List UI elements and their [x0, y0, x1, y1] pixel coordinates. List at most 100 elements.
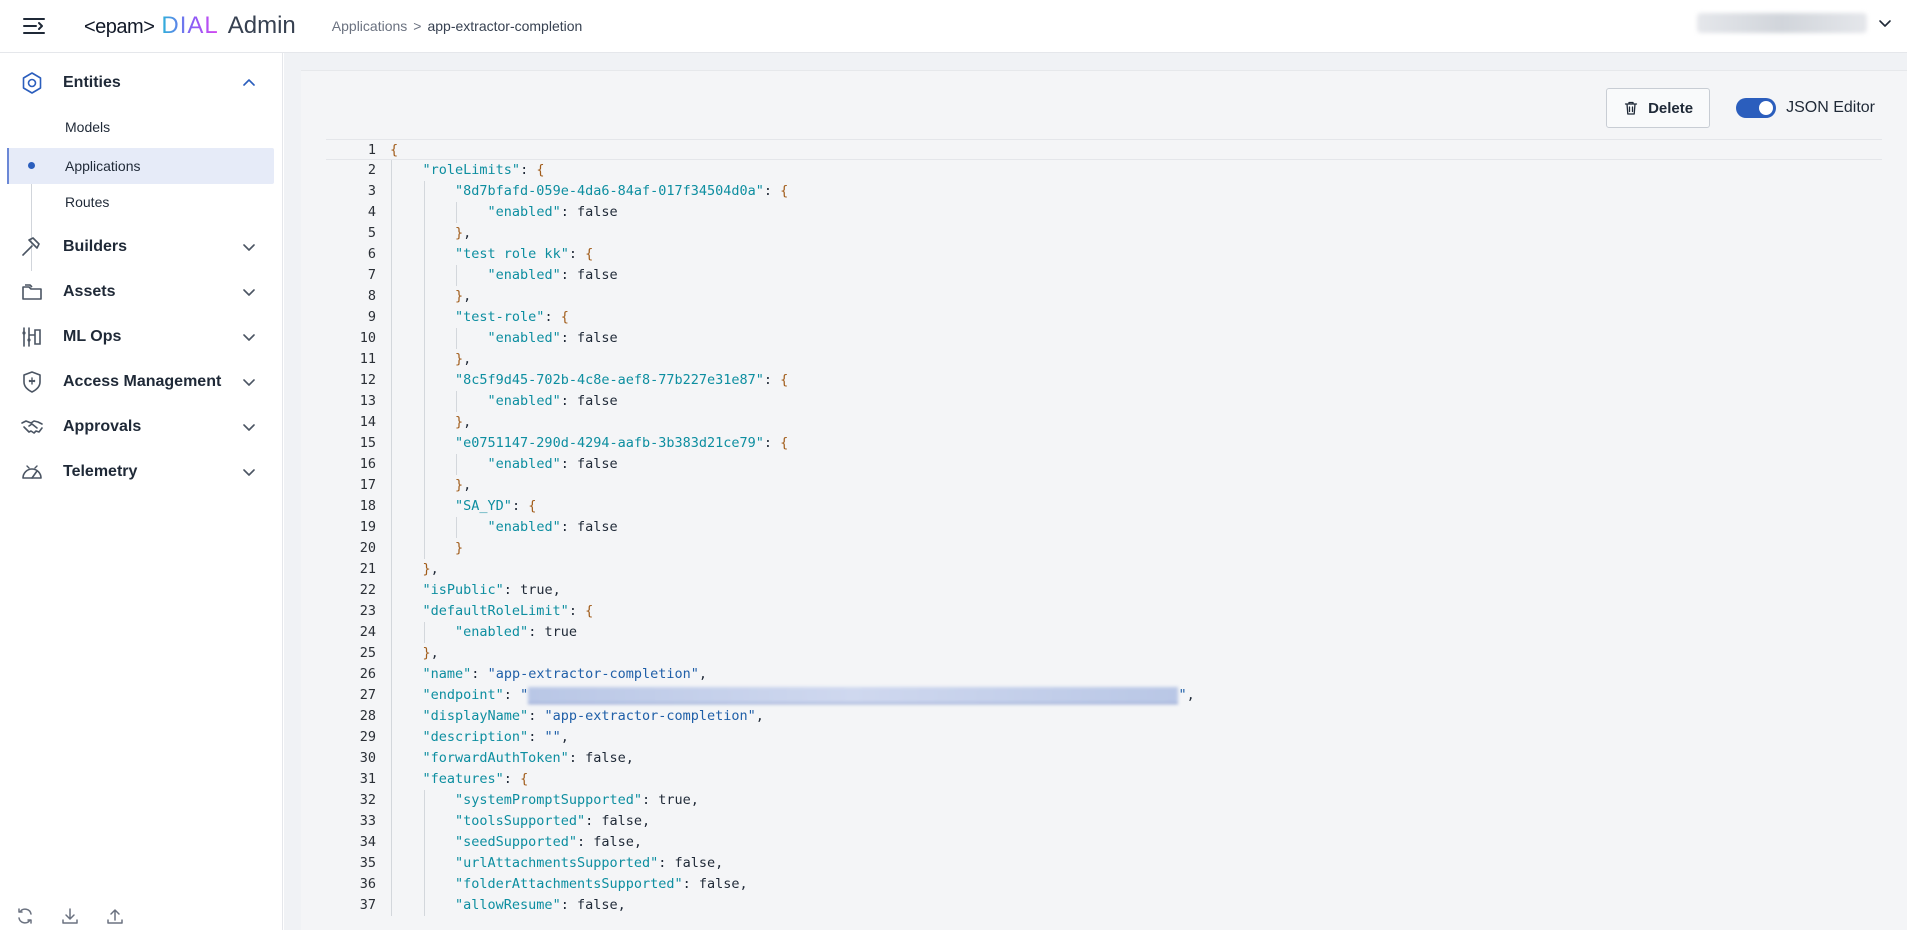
indent-guide	[456, 517, 458, 538]
code-line[interactable]: 9 "test-role": {	[326, 307, 1882, 328]
breadcrumb: Applications > app-extractor-completion	[332, 18, 583, 34]
sidebar-group-label: Entities	[63, 74, 121, 91]
code-line[interactable]: 18 "SA_YD": {	[326, 496, 1882, 517]
code-line[interactable]: 3 "8d7bfafd-059e-4da6-84af-017f34504d0a"…	[326, 181, 1882, 202]
line-number: 26	[359, 666, 376, 682]
code-line[interactable]: 33 "toolsSupported": false,	[326, 811, 1882, 832]
chevron-down-icon	[243, 289, 255, 296]
line-number: 34	[359, 834, 376, 850]
sidebar-item-label: Applications	[65, 158, 141, 174]
delete-button[interactable]: Delete	[1606, 88, 1711, 128]
indent-guide	[456, 265, 458, 286]
code-line[interactable]: 17 },	[326, 475, 1882, 496]
code-line[interactable]: 1{	[326, 139, 1882, 160]
code-text: }	[455, 540, 464, 556]
code-line[interactable]: 23 "defaultRoleLimit": {	[326, 601, 1882, 622]
line-number: 27	[359, 687, 376, 703]
sidebar-group-entities[interactable]: Entities	[0, 61, 283, 105]
code-line[interactable]: 32 "systemPromptSupported": true,	[326, 790, 1882, 811]
code-line[interactable]: 30 "forwardAuthToken": false,	[326, 748, 1882, 769]
sidebar-item-routes[interactable]: Routes	[7, 184, 274, 220]
sidebar-item-models[interactable]: Models	[7, 109, 274, 145]
code-text: },	[422, 645, 439, 661]
app-logo[interactable]: <epam> DIAL Admin	[84, 12, 296, 40]
sidebar-group-ml-ops[interactable]: ML Ops	[0, 315, 283, 359]
line-number: 23	[359, 603, 376, 619]
line-number: 22	[359, 582, 376, 598]
code-line[interactable]: 2 "roleLimits": {	[326, 160, 1882, 181]
code-line[interactable]: 29 "description": "",	[326, 727, 1882, 748]
code-text: "isPublic": true,	[422, 582, 561, 598]
sidebar-group-approvals[interactable]: Approvals	[0, 405, 283, 449]
code-text: },	[455, 288, 472, 304]
code-line[interactable]: 12 "8c5f9d45-702b-4c8e-aef8-77b227e31e87…	[326, 370, 1882, 391]
code-line[interactable]: 31 "features": {	[326, 769, 1882, 790]
code-text: "forwardAuthToken": false,	[422, 750, 634, 766]
menu-toggle-icon[interactable]	[18, 10, 50, 42]
code-line[interactable]: 27 "endpoint": "████████████████████████…	[326, 685, 1882, 706]
chevron-down-icon	[243, 244, 255, 251]
line-number: 3	[367, 183, 376, 199]
breadcrumb-parent[interactable]: Applications	[332, 18, 408, 34]
breadcrumb-current: app-extractor-completion	[427, 18, 583, 34]
chevron-up-icon	[243, 79, 255, 86]
line-number: 20	[359, 540, 376, 556]
sidebar-group-assets[interactable]: Assets	[0, 270, 283, 314]
code-line[interactable]: 6 "test role kk": {	[326, 244, 1882, 265]
code-text: },	[455, 225, 472, 241]
code-text: {	[390, 142, 399, 158]
code-line[interactable]: 36 "folderAttachmentsSupported": false,	[326, 874, 1882, 895]
code-line[interactable]: 19 "enabled": false	[326, 517, 1882, 538]
upload-icon[interactable]	[105, 906, 125, 926]
code-line[interactable]: 7 "enabled": false	[326, 265, 1882, 286]
gauge-icon	[22, 465, 42, 479]
sidebar-group-access-management[interactable]: Access Management	[0, 360, 283, 404]
download-icon[interactable]	[60, 906, 80, 926]
code-text: "test-role": {	[455, 309, 569, 325]
sidebar: Entities Models Applications Routes Buil…	[0, 53, 283, 930]
line-number: 15	[359, 435, 376, 451]
code-line[interactable]: 34 "seedSupported": false,	[326, 832, 1882, 853]
sidebar-group-builders[interactable]: Builders	[0, 225, 283, 269]
code-text: "roleLimits": {	[422, 162, 545, 178]
code-line[interactable]: 16 "enabled": false	[326, 454, 1882, 475]
code-line[interactable]: 15 "e0751147-290d-4294-aafb-3b383d21ce79…	[326, 433, 1882, 454]
line-number: 32	[359, 792, 376, 808]
code-text: },	[455, 477, 472, 493]
sidebar-group-telemetry[interactable]: Telemetry	[0, 450, 283, 494]
code-line[interactable]: 5 },	[326, 223, 1882, 244]
indent-guide	[423, 790, 425, 916]
code-line[interactable]: 35 "urlAttachmentsSupported": false,	[326, 853, 1882, 874]
code-line[interactable]: 28 "displayName": "app-extractor-complet…	[326, 706, 1882, 727]
line-number: 1	[367, 142, 376, 158]
indent-guide	[456, 328, 458, 349]
code-line[interactable]: 26 "name": "app-extractor-completion",	[326, 664, 1882, 685]
line-number: 10	[359, 330, 376, 346]
chevron-down-icon	[243, 379, 255, 386]
chevron-down-icon	[243, 334, 255, 341]
indent-guide	[423, 622, 425, 643]
code-line[interactable]: 11 },	[326, 349, 1882, 370]
code-line[interactable]: 13 "enabled": false	[326, 391, 1882, 412]
code-text: "folderAttachmentsSupported": false,	[455, 876, 748, 892]
code-line[interactable]: 20 }	[326, 538, 1882, 559]
code-line[interactable]: 10 "enabled": false	[326, 328, 1882, 349]
code-line[interactable]: 8 },	[326, 286, 1882, 307]
sidebar-item-applications[interactable]: Applications	[7, 148, 274, 184]
ml-ops-icon	[22, 327, 41, 347]
sidebar-group-label: Access Management	[63, 373, 222, 390]
json-code-editor[interactable]: 1{2 "roleLimits": {3 "8d7bfafd-059e-4da6…	[326, 139, 1882, 931]
code-line[interactable]: 25 },	[326, 643, 1882, 664]
user-menu[interactable]	[1697, 13, 1893, 33]
code-line[interactable]: 14 },	[326, 412, 1882, 433]
code-line[interactable]: 4 "enabled": false	[326, 202, 1882, 223]
json-editor-toggle[interactable]	[1736, 98, 1777, 118]
code-line[interactable]: 24 "enabled": true	[326, 622, 1882, 643]
code-line[interactable]: 37 "allowResume": false,	[326, 895, 1882, 916]
code-line[interactable]: 21 },	[326, 559, 1882, 580]
line-number: 35	[359, 855, 376, 871]
line-number: 28	[359, 708, 376, 724]
code-line[interactable]: 22 "isPublic": true,	[326, 580, 1882, 601]
refresh-icon[interactable]	[15, 906, 35, 926]
sidebar-group-label: Builders	[63, 238, 128, 255]
